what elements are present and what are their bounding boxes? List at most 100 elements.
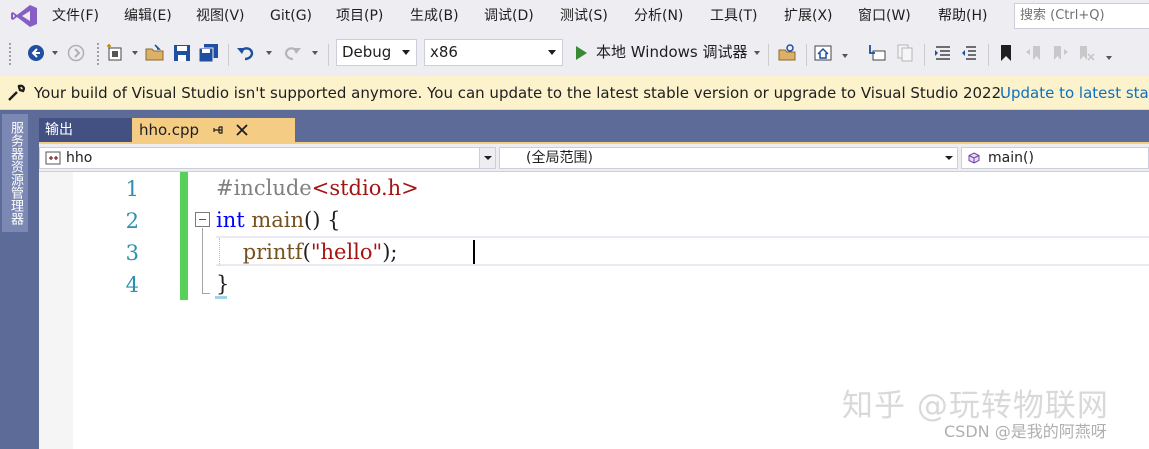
keyword-int: int — [216, 208, 245, 232]
code-line-2[interactable]: int main() { — [216, 204, 340, 236]
solution-configuration-select[interactable]: Debug — [336, 39, 417, 66]
scope-select[interactable]: (全局范围) — [499, 147, 958, 169]
next-bookmark-icon — [1054, 46, 1068, 60]
new-project-button[interactable] — [104, 42, 126, 64]
visual-studio-logo-icon[interactable] — [10, 4, 38, 28]
code-line-3[interactable]: printf("hello"); — [216, 236, 398, 268]
menu-window[interactable]: 窗口(W) — [858, 0, 911, 32]
back-dropdown-icon[interactable] — [52, 51, 58, 55]
chevron-down-icon — [548, 50, 556, 55]
function-call: printf — [242, 240, 303, 264]
text-caret — [473, 240, 475, 264]
home-dropdown-icon[interactable] — [842, 54, 848, 58]
line-number: 3 — [125, 241, 139, 265]
menu-project[interactable]: 项目(P) — [336, 0, 383, 32]
menu-help[interactable]: 帮助(H) — [938, 0, 987, 32]
toolbar-separator — [228, 44, 229, 66]
menu-file[interactable]: 文件(F) — [52, 0, 99, 32]
toolbar-separator — [768, 44, 769, 66]
project-select[interactable]: hho — [39, 147, 496, 169]
csdn-watermark: CSDN @是我的阿燕呀 — [944, 422, 1107, 441]
solution-platform-select[interactable]: x86 — [424, 39, 563, 66]
menu-view[interactable]: 视图(V) — [196, 0, 245, 32]
menu-git[interactable]: Git(G) — [270, 0, 312, 32]
back-arrow-icon — [28, 45, 44, 61]
clear-bookmark-icon — [1080, 46, 1095, 61]
configuration-value: Debug — [342, 43, 392, 61]
navigate-back-button[interactable] — [26, 42, 46, 64]
update-link[interactable]: Update to latest stable — [1000, 76, 1149, 110]
code-line-1[interactable]: #include<stdio.h> — [216, 172, 419, 204]
cpp-project-icon — [45, 151, 61, 165]
close-icon[interactable] — [236, 124, 248, 136]
debugger-dropdown-icon[interactable] — [754, 51, 760, 55]
search-input[interactable]: 搜索 (Ctrl+Q) — [1014, 3, 1149, 29]
toolbar-grip[interactable] — [8, 42, 12, 66]
project-value: hho — [66, 150, 93, 166]
menu-tools[interactable]: 工具(T) — [710, 0, 757, 32]
open-folder-icon — [145, 44, 164, 61]
tab-hho-cpp[interactable]: hho.cpp — [132, 118, 295, 144]
folder-search-icon — [778, 44, 796, 61]
platform-value: x86 — [430, 43, 458, 61]
glyph-margin[interactable] — [39, 172, 73, 449]
menu-build[interactable]: 生成(B) — [410, 0, 459, 32]
step-into-button[interactable] — [866, 42, 888, 64]
save-all-icon — [198, 44, 218, 63]
pages-icon — [897, 44, 913, 62]
menu-edit[interactable]: 编辑(E) — [124, 0, 172, 32]
paren-close: ); — [382, 240, 398, 264]
indent-button[interactable] — [958, 42, 980, 64]
menu-extensions[interactable]: 扩展(X) — [784, 0, 833, 32]
toolbar-separator — [924, 44, 925, 66]
home-button[interactable] — [812, 42, 834, 64]
new-project-icon — [107, 44, 122, 61]
redo-button[interactable] — [280, 42, 304, 64]
left-tool-window-strip: 服务器资源管理器 — [0, 110, 39, 449]
home-icon — [814, 45, 832, 61]
paren-open: ( — [302, 240, 311, 264]
tab-label: hho.cpp — [139, 121, 199, 139]
server-explorer-tab[interactable]: 服务器资源管理器 — [2, 114, 28, 232]
menu-test[interactable]: 测试(S) — [560, 0, 608, 32]
toolbar-overflow-icon[interactable] — [1106, 56, 1112, 60]
undo-dropdown-icon[interactable] — [266, 51, 272, 55]
include-header: <stdio.h> — [311, 176, 419, 200]
menu-analyze[interactable]: 分析(N) — [634, 0, 683, 32]
navigate-forward-button[interactable] — [66, 42, 86, 64]
outdent-button[interactable] — [932, 42, 954, 64]
menu-debug[interactable]: 调试(D) — [484, 0, 534, 32]
open-file-button[interactable] — [144, 42, 166, 64]
find-in-files-button[interactable] — [776, 42, 798, 64]
closing-brace: } — [216, 272, 230, 296]
next-bookmark-button[interactable] — [1050, 42, 1070, 64]
prev-bookmark-button[interactable] — [1024, 42, 1044, 64]
start-debugging-button[interactable] — [572, 42, 590, 64]
disabled-tool-button[interactable] — [894, 42, 916, 64]
clear-bookmarks-button[interactable] — [1076, 42, 1096, 64]
punctuation: () { — [304, 208, 341, 232]
tools-icon — [8, 84, 25, 101]
new-dropdown-icon[interactable] — [132, 51, 138, 55]
redo-dropdown-icon[interactable] — [312, 51, 318, 55]
play-icon — [576, 46, 587, 60]
pin-icon[interactable] — [212, 123, 224, 137]
function-name: main — [244, 208, 305, 232]
tab-output[interactable]: 输出 — [39, 118, 132, 142]
forward-arrow-icon — [67, 44, 85, 62]
debugger-label[interactable]: 本地 Windows 调试器 — [596, 39, 748, 66]
collapse-toggle-icon[interactable] — [195, 212, 210, 227]
bookmark-button[interactable] — [996, 42, 1016, 64]
prev-bookmark-icon — [1026, 46, 1040, 60]
chevron-down-icon — [941, 148, 957, 168]
member-select[interactable]: main() — [961, 147, 1149, 169]
toolbar-grip — [96, 42, 100, 66]
undo-button[interactable] — [234, 42, 258, 64]
outline-fold-end — [202, 293, 210, 294]
indent-icon — [962, 46, 976, 60]
method-cube-icon — [968, 152, 980, 164]
toolbar-separator — [988, 44, 989, 66]
undo-icon — [237, 47, 254, 61]
save-all-button[interactable] — [198, 42, 220, 64]
save-button[interactable] — [172, 42, 192, 64]
